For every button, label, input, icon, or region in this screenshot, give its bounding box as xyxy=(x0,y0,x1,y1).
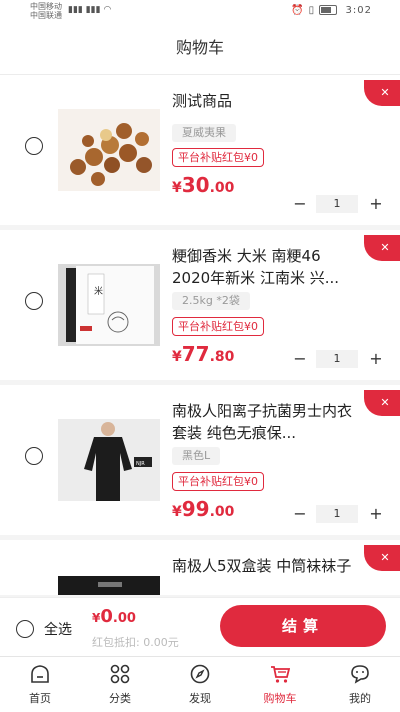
increase-qty-button[interactable]: + xyxy=(368,350,384,368)
item-name[interactable]: 南极人阳离子抗菌男士内衣套装 纯色无痕保... xyxy=(172,400,362,444)
signal-icon: ▮▮▮ ▮▮▮ ◠ xyxy=(68,5,112,15)
quantity-stepper: − 1 + xyxy=(292,505,384,523)
delete-item-button[interactable]: ✕ xyxy=(364,390,400,416)
cart-item[interactable]: 测试商品 夏威夷果 平台补贴红包¥0 ¥30.00 − 1 + ✕ xyxy=(0,75,400,225)
tab-label: 我的 xyxy=(349,692,371,705)
vibrate-icon: ▯ xyxy=(308,5,316,16)
total-price: ¥0.00 xyxy=(92,606,136,627)
page-title: 购物车 xyxy=(175,38,224,57)
home-icon xyxy=(31,665,49,683)
item-name[interactable]: 南极人5双盒装 中筒袜袜子 xyxy=(172,555,362,577)
item-subsidy-badge: 平台补贴红包¥0 xyxy=(172,148,264,167)
price-currency: ¥ xyxy=(172,180,182,196)
settle-button[interactable]: 结算 xyxy=(220,605,386,647)
macadamia-nuts-photo[interactable] xyxy=(58,109,160,191)
status-bar: 中国移动 中国联通 ▮▮▮ ▮▮▮ ◠ ⏰ ▯ 3:02 xyxy=(0,0,400,22)
compass-icon xyxy=(190,664,210,684)
profile-icon xyxy=(351,665,369,684)
cart-item[interactable]: NJR 南极人阳离子抗菌男士内衣套装 纯色无痕保... 黑色L 平台补贴红包¥0… xyxy=(0,385,400,535)
close-icon: ✕ xyxy=(380,551,390,564)
tab-label: 分类 xyxy=(109,692,131,705)
item-price: ¥99.00 xyxy=(172,497,234,521)
category-icon xyxy=(110,664,130,684)
price-integer: 99 xyxy=(181,497,210,521)
tab-profile[interactable]: 我的 xyxy=(320,657,400,712)
tab-label: 发现 xyxy=(189,692,211,705)
item-name[interactable]: 粳御香米 大米 南粳46 2020年新米 江南米 兴... xyxy=(172,245,362,289)
carrier-info: 中国移动 中国联通 xyxy=(30,2,62,20)
delete-item-button[interactable]: ✕ xyxy=(364,80,400,106)
quantity-stepper: − 1 + xyxy=(292,195,384,213)
item-spec: 夏威夷果 xyxy=(172,124,236,142)
quantity-stepper: − 1 + xyxy=(292,350,384,368)
tab-label: 首页 xyxy=(29,692,51,705)
cart-icon xyxy=(271,666,290,683)
delete-item-button[interactable]: ✕ xyxy=(364,235,400,261)
tab-label: 购物车 xyxy=(263,692,297,705)
item-select-radio[interactable] xyxy=(25,137,43,155)
thermal-underwear-photo[interactable]: NJR xyxy=(58,419,160,501)
price-decimal: .00 xyxy=(209,180,235,196)
tab-home[interactable]: 首页 xyxy=(0,657,80,712)
item-spec: 黑色L xyxy=(172,447,221,465)
increase-qty-button[interactable]: + xyxy=(368,195,384,213)
total-integer: 0 xyxy=(100,606,113,627)
decrease-qty-button[interactable]: − xyxy=(292,195,308,213)
rice-bag-photo[interactable]: 米 xyxy=(58,264,160,346)
cart-item[interactable]: 米 粳御香米 大米 南粳46 2020年新米 江南米 兴... 2.5kg *2… xyxy=(0,230,400,380)
cart-list[interactable]: 测试商品 夏威夷果 平台补贴红包¥0 ¥30.00 − 1 + ✕ 米 粳御香米… xyxy=(0,75,400,595)
item-select-radio[interactable] xyxy=(25,292,43,310)
item-spec: 2.5kg *2袋 xyxy=(172,292,250,310)
quantity-value[interactable]: 1 xyxy=(316,505,358,523)
quantity-value[interactable]: 1 xyxy=(316,195,358,213)
price-integer: 30 xyxy=(181,173,210,197)
price-decimal: .00 xyxy=(209,504,235,520)
clock: 3:02 xyxy=(345,5,372,16)
tab-category[interactable]: 分类 xyxy=(80,657,160,712)
red-packet-deduction: 红包抵扣: 0.00元 xyxy=(92,636,179,649)
item-subsidy-badge: 平台补贴红包¥0 xyxy=(172,472,264,491)
quantity-value[interactable]: 1 xyxy=(316,350,358,368)
increase-qty-button[interactable]: + xyxy=(368,505,384,523)
close-icon: ✕ xyxy=(380,86,390,99)
item-select-radio[interactable] xyxy=(25,447,43,465)
item-subsidy-badge: 平台补贴红包¥0 xyxy=(172,317,264,336)
carrier-1: 中国移动 xyxy=(30,2,62,11)
total-decimal: .00 xyxy=(112,611,136,626)
price-currency: ¥ xyxy=(172,504,182,520)
svg-text:米: 米 xyxy=(94,285,103,297)
price-integer: 77 xyxy=(181,342,210,366)
item-name[interactable]: 测试商品 xyxy=(172,90,362,112)
delete-item-button[interactable]: ✕ xyxy=(364,545,400,571)
decrease-qty-button[interactable]: − xyxy=(292,350,308,368)
close-icon: ✕ xyxy=(380,241,390,254)
tab-cart[interactable]: 购物车 xyxy=(240,657,320,712)
price-currency: ¥ xyxy=(172,349,182,365)
checkout-bar: 全选 ¥0.00 红包抵扣: 0.00元 结算 xyxy=(0,597,400,656)
price-decimal: .80 xyxy=(209,349,235,365)
select-all-label[interactable]: 全选 xyxy=(44,619,72,639)
item-price: ¥30.00 xyxy=(172,173,234,197)
battery-icon xyxy=(319,5,338,15)
header: 购物车 xyxy=(0,22,400,75)
tab-discover[interactable]: 发现 xyxy=(160,657,240,712)
close-icon: ✕ xyxy=(380,396,390,409)
bottom-tab-bar: 首页 分类 发现 购物车 我的 xyxy=(0,656,400,712)
carrier-2: 中国联通 xyxy=(30,11,62,20)
alarm-icon: ⏰ xyxy=(291,5,305,16)
svg-text:NJR: NJR xyxy=(136,461,145,467)
item-price: ¥77.80 xyxy=(172,342,234,366)
status-right: ⏰ ▯ 3:02 xyxy=(291,5,372,16)
socks-box-photo[interactable] xyxy=(58,576,160,595)
decrease-qty-button[interactable]: − xyxy=(292,505,308,523)
select-all-radio[interactable] xyxy=(16,620,34,638)
cart-item[interactable]: 南极人5双盒装 中筒袜袜子 ✕ xyxy=(0,540,400,595)
